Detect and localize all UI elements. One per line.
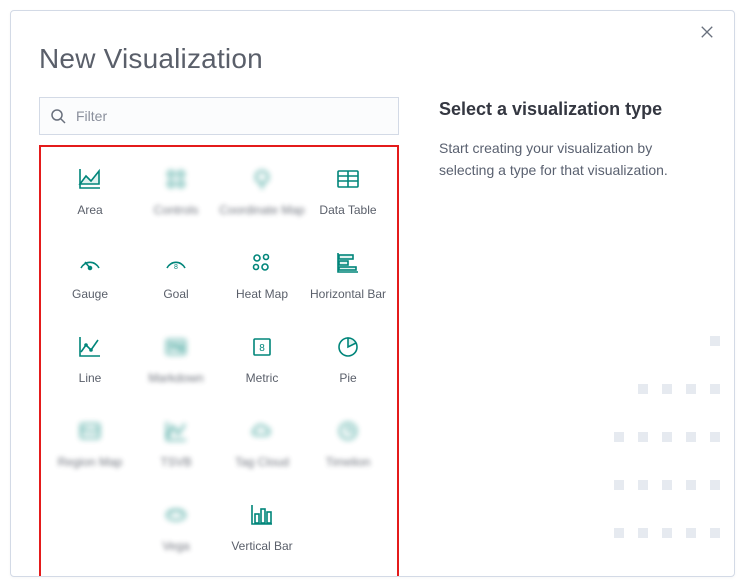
data-table-icon: [334, 165, 362, 193]
viz-label: TSVB: [160, 455, 191, 469]
new-visualization-modal: New Visualization Area: [10, 10, 735, 577]
close-icon: [700, 25, 714, 39]
viz-tsvb[interactable]: TSVB: [133, 413, 219, 473]
region-map-icon: [76, 417, 104, 445]
viz-label: Area: [77, 203, 102, 217]
right-heading: Select a visualization type: [439, 99, 706, 120]
line-chart-icon: [76, 333, 104, 361]
viz-heat-map[interactable]: Heat Map: [219, 245, 305, 305]
viz-area[interactable]: Area: [47, 161, 133, 221]
viz-metric[interactable]: 8 Metric: [219, 329, 305, 389]
tsvb-icon: [162, 417, 190, 445]
metric-icon: 8: [248, 333, 276, 361]
timelion-icon: [334, 417, 362, 445]
viz-label: Region Map: [58, 455, 123, 469]
tag-cloud-icon: [248, 417, 276, 445]
goal-icon: 8: [162, 249, 190, 277]
visualization-grid: Area Controls Coordinate Map: [47, 161, 391, 557]
pie-chart-icon: [334, 333, 362, 361]
viz-label: Goal: [163, 287, 188, 301]
viz-pie[interactable]: Pie: [305, 329, 391, 389]
visualization-grid-highlight: Area Controls Coordinate Map: [39, 145, 399, 577]
right-description: Start creating your visualization by sel…: [439, 138, 699, 181]
viz-controls[interactable]: Controls: [133, 161, 219, 221]
vega-icon: [162, 501, 190, 529]
right-column: Select a visualization type Start creati…: [439, 97, 706, 577]
gauge-icon: [76, 249, 104, 277]
vertical-bar-icon: [248, 501, 276, 529]
search-icon: [50, 108, 66, 124]
viz-gauge[interactable]: Gauge: [47, 245, 133, 305]
viz-label: Coordinate Map: [219, 203, 304, 217]
viz-label: Metric: [246, 371, 279, 385]
viz-horizontal-bar[interactable]: Horizontal Bar: [305, 245, 391, 305]
horizontal-bar-icon: [334, 249, 362, 277]
viz-label: Pie: [339, 371, 356, 385]
viz-tag-cloud[interactable]: Tag Cloud: [219, 413, 305, 473]
area-chart-icon: [76, 165, 104, 193]
viz-label: Vega: [162, 539, 189, 553]
heat-map-icon: [248, 249, 276, 277]
viz-line[interactable]: Line: [47, 329, 133, 389]
viz-label: Heat Map: [236, 287, 288, 301]
viz-label: Vertical Bar: [231, 539, 292, 553]
coordinate-map-icon: [248, 165, 276, 193]
modal-title: New Visualization: [39, 43, 706, 75]
filter-input[interactable]: [74, 107, 388, 125]
svg-text:8: 8: [259, 343, 265, 354]
markdown-icon: [162, 333, 190, 361]
close-button[interactable]: [700, 25, 718, 43]
svg-text:8: 8: [174, 264, 178, 271]
viz-goal[interactable]: 8 Goal: [133, 245, 219, 305]
viz-label: Horizontal Bar: [310, 287, 386, 301]
left-column: Area Controls Coordinate Map: [39, 97, 399, 577]
viz-label: Gauge: [72, 287, 108, 301]
viz-region-map[interactable]: Region Map: [47, 413, 133, 473]
filter-search[interactable]: [39, 97, 399, 135]
viz-timelion[interactable]: Timelion: [305, 413, 391, 473]
modal-content: Area Controls Coordinate Map: [39, 97, 706, 577]
viz-label: Data Table: [319, 203, 376, 217]
viz-label: Timelion: [326, 455, 371, 469]
viz-vertical-bar[interactable]: Vertical Bar: [219, 497, 305, 557]
viz-label: Line: [79, 371, 102, 385]
viz-markdown[interactable]: Markdown: [133, 329, 219, 389]
viz-vega[interactable]: Vega: [133, 497, 219, 557]
viz-label: Markdown: [148, 371, 203, 385]
viz-data-table[interactable]: Data Table: [305, 161, 391, 221]
controls-icon: [162, 165, 190, 193]
viz-coordinate-map[interactable]: Coordinate Map: [219, 161, 305, 221]
viz-label: Controls: [154, 203, 199, 217]
viz-label: Tag Cloud: [235, 455, 289, 469]
